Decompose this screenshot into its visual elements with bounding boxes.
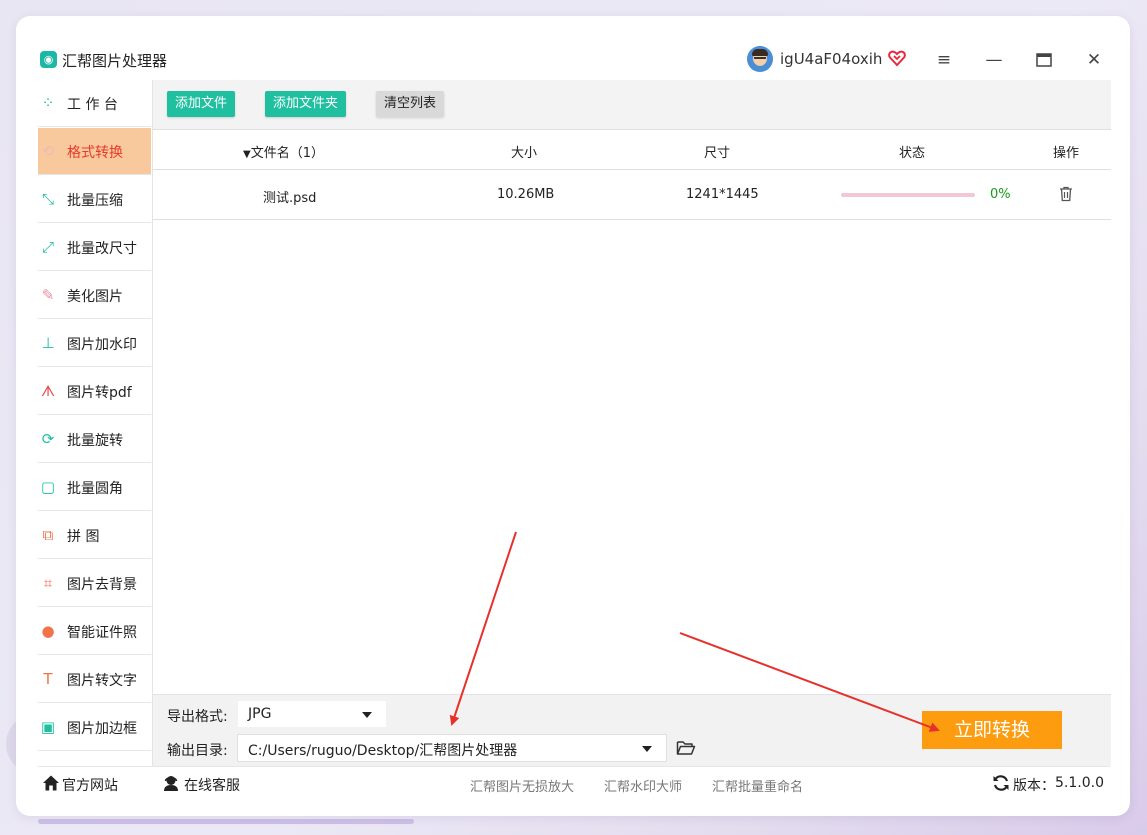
avatar-glasses xyxy=(754,57,766,60)
menu-icon[interactable]: ≡ xyxy=(932,48,956,72)
export-format-label: 导出格式: xyxy=(167,709,228,725)
sidebar-item-grid[interactable]: ⁘ 工 作 台 xyxy=(38,80,151,127)
online-support-link[interactable]: 在线客服 xyxy=(184,775,240,795)
sort-down-icon: ▼ xyxy=(243,149,251,160)
size-header: 大小 xyxy=(511,146,538,161)
sidebar-item-label: 格式转换 xyxy=(67,145,123,161)
sidebar-item-label: 工 作 台 xyxy=(67,97,118,113)
app-logo-icon: ◉ xyxy=(40,51,57,68)
version-label: 版本： xyxy=(1013,778,1055,794)
sidebar-item-label: 图片转pdf xyxy=(67,385,132,401)
username[interactable]: igU4aF04oxih xyxy=(780,50,882,68)
product-link-upscale[interactable]: 汇帮图片无损放大 xyxy=(470,776,574,795)
clear-list-button[interactable]: 清空列表 xyxy=(376,91,445,117)
version-value: 5.1.0.0 xyxy=(1055,775,1104,791)
maximize-icon xyxy=(1036,53,1052,67)
minimize-button[interactable]: — xyxy=(982,48,1006,72)
sidebar-item-label: 批量改尺寸 xyxy=(67,241,137,257)
sidebar-item-crop[interactable]: ⌗ 图片去背景 xyxy=(38,560,151,607)
home-icon xyxy=(43,775,59,791)
support-icon xyxy=(164,776,178,791)
text-icon: T xyxy=(43,670,53,688)
sidebar-item-rotate[interactable]: ⟳ 批量旋转 xyxy=(38,416,151,463)
sidebar-item-watermark[interactable]: ⊥ 图片加水印 xyxy=(38,320,151,367)
app-title: 汇帮图片处理器 xyxy=(62,52,168,70)
sidebar-item-frame[interactable]: ▣ 图片加边框 xyxy=(38,704,151,751)
file-name: 测试.psd xyxy=(263,191,317,206)
folder-open-icon[interactable] xyxy=(676,739,696,757)
output-dir-label: 输出目录: xyxy=(167,743,228,759)
rounded-corner-icon: ▢ xyxy=(40,478,56,496)
grid-icon: ⁘ xyxy=(41,94,55,112)
table-row[interactable]: 测试.psd 10.26MB 1241*1445 0% xyxy=(153,170,1111,220)
frame-icon: ▣ xyxy=(40,718,56,736)
status-bar: 官方网站 在线客服 汇帮图片无损放大 汇帮水印大师 汇帮批量重命名 版本： 5.… xyxy=(38,766,1110,800)
sidebar-item-pdf[interactable]: ᗑ 图片转pdf xyxy=(38,368,151,415)
sidebar-item-label: 批量圆角 xyxy=(67,481,123,497)
sidebar-item-resize[interactable]: ⤢ 批量改尺寸 xyxy=(38,224,151,271)
sidebar-item-label: 批量旋转 xyxy=(67,433,123,449)
actions-header: 操作 xyxy=(1053,146,1080,161)
table-header: ▼文件名（1） 大小 尺寸 状态 操作 xyxy=(153,130,1111,170)
sidebar-item-id-photo[interactable]: ● 智能证件照 xyxy=(38,608,151,655)
chevron-down-icon xyxy=(642,746,652,752)
sidebar-item-convert[interactable]: ⟲ 格式转换 xyxy=(38,128,151,175)
compress-icon: ⤡ xyxy=(41,190,54,208)
add-folder-button[interactable]: 添加文件夹 xyxy=(265,91,347,117)
sidebar-item-label: 拼 图 xyxy=(67,529,100,545)
export-format-select[interactable]: JPG xyxy=(237,700,387,728)
sidebar-item-puzzle[interactable]: ⧉ 拼 图 xyxy=(38,512,151,559)
maximize-button[interactable] xyxy=(1032,48,1056,72)
background-bar xyxy=(38,819,414,824)
sidebar-item-label: 智能证件照 xyxy=(67,625,137,641)
puzzle-icon: ⧉ xyxy=(42,526,54,544)
toolbar: 添加文件 添加文件夹 清空列表 xyxy=(153,80,1111,130)
file-dimensions: 1241*1445 xyxy=(686,187,759,202)
file-size: 10.26MB xyxy=(497,187,555,202)
product-link-rename[interactable]: 汇帮批量重命名 xyxy=(712,776,803,795)
progress-percent: 0% xyxy=(990,187,1011,202)
close-button[interactable]: ✕ xyxy=(1082,48,1106,72)
filename-header-label: 文件名（1） xyxy=(250,146,324,161)
sidebar-item-label: 图片加水印 xyxy=(67,337,137,353)
output-dir-value: C:/Users/ruguo/Desktop/汇帮图片处理器 xyxy=(248,743,518,759)
main-panel: 添加文件 添加文件夹 清空列表 ▼文件名（1） 大小 尺寸 状态 操作 测试.p… xyxy=(152,80,1111,766)
trash-icon[interactable] xyxy=(1059,186,1073,202)
app-window: ◉ 汇帮图片处理器 igU4aF04oxih ≡ — ✕ ⁘ 工 作 台 ⟲ 格式转换… xyxy=(38,38,1111,800)
filename-header[interactable]: ▼文件名（1） xyxy=(243,142,324,161)
watermark-icon: ⊥ xyxy=(41,334,55,352)
dimensions-header: 尺寸 xyxy=(704,146,731,161)
sidebar: ⁘ 工 作 台 ⟲ 格式转换 ⤡ 批量压缩 ⤢ 批量改尺寸 ✎ 美化图片 ⊥ 图片加水印 ᗑ 图片转pdf… xyxy=(38,80,151,766)
pdf-icon: ᗑ xyxy=(40,382,56,400)
refresh-icon[interactable] xyxy=(992,774,1010,792)
sidebar-item-text[interactable]: T 图片转文字 xyxy=(38,656,151,703)
resize-icon: ⤢ xyxy=(41,238,54,256)
avatar[interactable] xyxy=(747,46,773,72)
progress-bar xyxy=(841,193,975,197)
sidebar-item-compress[interactable]: ⤡ 批量压缩 xyxy=(38,176,151,223)
crop-icon: ⌗ xyxy=(43,574,53,592)
convert-now-button[interactable]: 立即转换 xyxy=(922,711,1062,749)
title-bar: ◉ 汇帮图片处理器 igU4aF04oxih ≡ — ✕ xyxy=(38,38,1110,80)
sidebar-item-rounded-corner[interactable]: ▢ 批量圆角 xyxy=(38,464,151,511)
product-link-watermark[interactable]: 汇帮水印大师 xyxy=(604,776,682,795)
beautify-icon: ✎ xyxy=(41,286,55,304)
sidebar-item-label: 批量压缩 xyxy=(67,193,123,209)
avatar-hair xyxy=(752,49,768,56)
sidebar-item-label: 图片加边框 xyxy=(67,721,137,737)
vip-heart-icon[interactable] xyxy=(888,49,906,67)
chevron-down-icon xyxy=(362,712,372,718)
output-dir-select[interactable]: C:/Users/ruguo/Desktop/汇帮图片处理器 xyxy=(237,734,667,762)
sidebar-item-beautify[interactable]: ✎ 美化图片 xyxy=(38,272,151,319)
sidebar-item-label: 图片去背景 xyxy=(67,577,137,593)
convert-icon: ⟲ xyxy=(41,142,55,160)
add-file-button[interactable]: 添加文件 xyxy=(167,91,236,117)
official-website-link[interactable]: 官方网站 xyxy=(62,775,118,795)
export-format-value: JPG xyxy=(248,706,272,722)
rotate-icon: ⟳ xyxy=(41,430,55,448)
status-header: 状态 xyxy=(899,146,926,161)
sidebar-item-label: 图片转文字 xyxy=(67,673,137,689)
id-photo-icon: ● xyxy=(41,622,55,640)
sidebar-item-label: 美化图片 xyxy=(67,289,123,305)
